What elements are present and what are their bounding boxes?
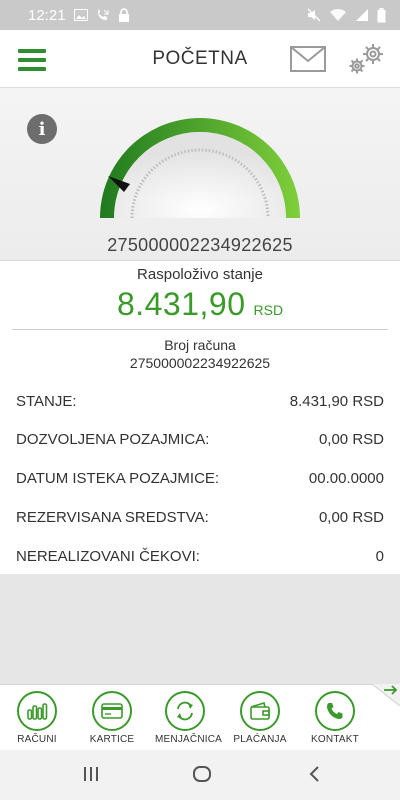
expand-arrow-icon[interactable] bbox=[372, 684, 400, 706]
gears-icon bbox=[349, 44, 383, 74]
detail-label: DATUM ISTEKA POZAJMICE: bbox=[16, 469, 220, 487]
status-right bbox=[307, 7, 386, 23]
detail-value: 8.431,90 RSD bbox=[289, 392, 384, 410]
account-details: STANJE: 8.431,90 RSD DOZVOLJENA POZAJMIC… bbox=[0, 376, 400, 574]
menu-bar bbox=[18, 67, 46, 71]
nav-icon-circle bbox=[315, 691, 355, 731]
page-title: POČETNA bbox=[152, 47, 248, 69]
nav-item-cards[interactable]: KARTICE bbox=[82, 691, 142, 745]
signal-icon bbox=[356, 9, 368, 21]
detail-row-balance: STANJE: 8.431,90 RSD bbox=[16, 381, 384, 421]
wifi-icon bbox=[330, 8, 346, 21]
balance-block: Raspoloživo stanje 8.431,90 RSD Broj raču… bbox=[0, 260, 400, 376]
nav-item-payments[interactable]: PLAĆANJA bbox=[230, 691, 290, 745]
menu-bar bbox=[18, 49, 46, 53]
status-left: 12:21 bbox=[28, 7, 130, 24]
detail-value: 0,00 RSD bbox=[318, 508, 384, 526]
detail-label: NEREALIZOVANI ČEKOVI: bbox=[16, 547, 200, 565]
info-button[interactable]: i bbox=[27, 114, 57, 144]
back-button[interactable] bbox=[307, 765, 321, 783]
missed-call-icon bbox=[97, 9, 109, 20]
detail-value: 0,00 RSD bbox=[318, 430, 384, 448]
empty-area bbox=[0, 574, 400, 684]
detail-value: 0 bbox=[375, 547, 384, 565]
gauge-account-number: 275000002234922625 bbox=[107, 235, 293, 255]
nav-label: KONTAKT bbox=[311, 734, 359, 745]
detail-label: STANJE: bbox=[16, 392, 77, 410]
menu-bar bbox=[18, 58, 46, 62]
available-balance: 8.431,90 RSD bbox=[0, 286, 400, 323]
available-balance-currency: RSD bbox=[253, 302, 284, 318]
available-balance-amount: 8.431,90 bbox=[116, 286, 246, 322]
lock-icon bbox=[118, 8, 129, 22]
wallet-icon bbox=[250, 702, 270, 720]
status-time: 12:21 bbox=[28, 6, 66, 24]
nav-item-exchange[interactable]: MENJAČNICA bbox=[155, 691, 223, 745]
detail-label: REZERVISANA SREDSTVA: bbox=[16, 508, 209, 526]
nav-label: PLAĆANJA bbox=[233, 734, 287, 745]
card-icon bbox=[101, 703, 123, 719]
battery-icon bbox=[377, 7, 386, 22]
detail-row-overdraft: DOZVOLJENA POZAJMICA: 0,00 RSD bbox=[16, 419, 384, 459]
mute-icon bbox=[307, 8, 321, 22]
nav-label: KARTICE bbox=[89, 734, 135, 745]
detail-row-overdraft-expiry: DATUM ISTEKA POZAJMICE: 00.00.0000 bbox=[16, 458, 384, 498]
detail-label: DOZVOLJENA POZAJMICA: bbox=[16, 430, 210, 448]
app-header: POČETNA bbox=[0, 30, 400, 88]
balance-gauge bbox=[100, 118, 300, 219]
system-nav-bar bbox=[0, 750, 400, 800]
nav-item-accounts[interactable]: RAČUNI bbox=[7, 691, 67, 745]
detail-row-reserved: REZERVISANA SREDSTVA: 0,00 RSD bbox=[16, 497, 384, 537]
status-bar: 12:21 bbox=[0, 0, 400, 30]
settings-button[interactable] bbox=[346, 42, 386, 81]
nav-icon-circle bbox=[240, 691, 280, 731]
available-balance-label: Raspoloživo stanje bbox=[137, 266, 263, 283]
divider bbox=[12, 329, 388, 330]
home-button[interactable] bbox=[192, 765, 212, 783]
menu-button[interactable] bbox=[18, 49, 46, 71]
nav-icon-circle bbox=[165, 691, 205, 731]
detail-row-unrealized-checks: NEREALIZOVANI ČEKOVI: 0 bbox=[16, 536, 384, 576]
nav-icon-circle bbox=[92, 691, 132, 731]
phone-icon bbox=[327, 703, 343, 719]
bottom-nav: RAČUNI KARTICE MENJAČNICA PLAĆANJA KONTA… bbox=[0, 684, 400, 750]
mail-icon bbox=[290, 46, 326, 72]
gauge-area: i 275000002234922625 bbox=[0, 88, 400, 260]
detail-value: 00.00.0000 bbox=[308, 469, 384, 487]
bar-chart-icon bbox=[27, 703, 48, 720]
exchange-icon bbox=[177, 701, 193, 721]
nav-label: RAČUNI bbox=[17, 734, 57, 745]
gallery-icon bbox=[73, 9, 88, 21]
mail-button[interactable] bbox=[290, 46, 326, 77]
nav-icon-circle bbox=[17, 691, 57, 731]
recent-apps-button[interactable] bbox=[82, 765, 100, 783]
account-number-label: Broj računa bbox=[164, 337, 236, 353]
nav-label: MENJAČNICA bbox=[155, 734, 223, 745]
nav-item-contact[interactable]: KONTAKT bbox=[305, 691, 365, 745]
account-number-value: 275000002234922625 bbox=[129, 355, 271, 371]
